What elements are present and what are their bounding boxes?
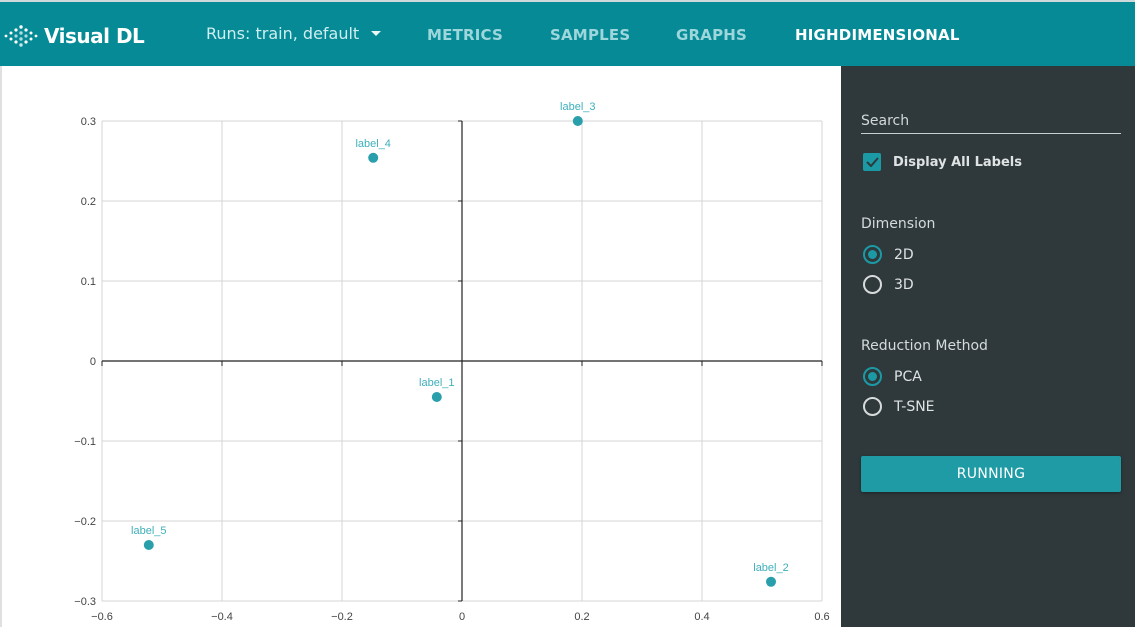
x-tick-label: −0.4 <box>211 611 233 623</box>
display-all-labels-checkbox[interactable]: Display All Labels <box>863 153 1022 171</box>
scatter-chart[interactable]: −0.6 −0.4 −0.2 0 0.2 0.4 0.6 −0.3 −0.2 −0.1 0 0.1 0… <box>2 66 841 627</box>
data-point-label-3: label_3 <box>560 101 596 126</box>
radio-3d[interactable]: 3D <box>863 275 914 294</box>
top-navbar: Visual DL Runs: train, default METRICS S… <box>0 0 1135 66</box>
y-tick-label: 0.3 <box>81 116 96 128</box>
x-axis-ticks: −0.6 −0.4 −0.2 0 0.2 0.4 0.6 <box>91 611 830 623</box>
x-tick-label: 0.4 <box>694 611 709 623</box>
data-point-label-2: label_2 <box>753 562 789 587</box>
data-point-marker <box>572 116 583 126</box>
caret-down-icon <box>371 31 382 36</box>
display-all-labels-label: Display All Labels <box>893 154 1022 170</box>
x-tick-label: −0.6 <box>91 611 113 623</box>
radio-2d[interactable]: 2D <box>863 245 914 264</box>
data-point-label: label_1 <box>419 377 454 389</box>
sidebar: Display All Labels Dimension 2D 3D Reduc… <box>841 66 1135 627</box>
radio-tsne[interactable]: T-SNE <box>863 397 935 416</box>
x-tick-label: 0.6 <box>814 611 829 623</box>
data-point-label-5: label_5 <box>131 525 167 550</box>
data-point-label-4: label_4 <box>355 138 391 163</box>
y-tick-label: 0.2 <box>81 196 96 208</box>
x-tick-label: −0.2 <box>331 611 353 623</box>
data-point-marker <box>766 576 776 587</box>
logo[interactable]: Visual DL <box>2 22 145 50</box>
reduction-method-title: Reduction Method <box>861 338 988 354</box>
runs-label: Runs: train, default <box>206 24 360 43</box>
tab-highdimensional[interactable]: HIGHDIMENSIONAL <box>795 26 960 44</box>
radio-unselected-icon[interactable] <box>863 397 882 416</box>
tab-graphs[interactable]: GRAPHS <box>676 26 747 44</box>
axes <box>101 120 823 602</box>
data-point-label-1: label_1 <box>419 377 455 402</box>
search-field[interactable] <box>861 110 1121 134</box>
data-point-marker <box>431 392 442 402</box>
data-point-label: label_2 <box>753 562 788 574</box>
y-tick-label: −0.1 <box>74 436 96 448</box>
radio-unselected-icon[interactable] <box>863 275 882 294</box>
radio-2d-label: 2D <box>894 246 914 263</box>
chart-panel: −0.6 −0.4 −0.2 0 0.2 0.4 0.6 −0.3 −0.2 −0.1 0 0.1 0… <box>0 66 841 627</box>
dimension-title: Dimension <box>861 216 936 232</box>
data-point-marker <box>143 540 154 550</box>
radio-selected-icon[interactable] <box>863 367 882 386</box>
y-tick-label: −0.3 <box>74 596 96 608</box>
tab-samples[interactable]: SAMPLES <box>550 26 630 44</box>
data-point-label: label_3 <box>560 101 595 113</box>
radio-selected-icon[interactable] <box>863 245 882 264</box>
runs-selector[interactable]: Runs: train, default <box>206 24 382 43</box>
data-points: label_1 label_2 label_3 label_4 label_5 <box>131 101 789 587</box>
tab-metrics[interactable]: METRICS <box>427 26 503 44</box>
search-input[interactable] <box>861 113 1121 129</box>
y-tick-label: −0.2 <box>74 516 96 528</box>
radio-3d-label: 3D <box>894 276 914 293</box>
data-point-label: label_4 <box>355 138 390 150</box>
x-tick-label: 0 <box>459 611 465 623</box>
data-point-marker <box>368 152 379 163</box>
radio-pca-label: PCA <box>894 368 922 385</box>
x-tick-label: 0.2 <box>574 611 589 623</box>
dotted-diamond-icon <box>4 25 38 47</box>
radio-tsne-label: T-SNE <box>894 398 935 415</box>
app-name: Visual DL <box>44 24 145 48</box>
radio-pca[interactable]: PCA <box>863 367 922 386</box>
y-axis-ticks: −0.3 −0.2 −0.1 0 0.1 0.2 0.3 <box>74 116 96 608</box>
y-tick-label: 0.1 <box>81 276 96 288</box>
running-button[interactable]: RUNNING <box>861 456 1121 492</box>
data-point-label: label_5 <box>131 525 166 537</box>
checkbox-checked-icon[interactable] <box>863 153 881 171</box>
y-tick-label: 0 <box>90 356 96 368</box>
